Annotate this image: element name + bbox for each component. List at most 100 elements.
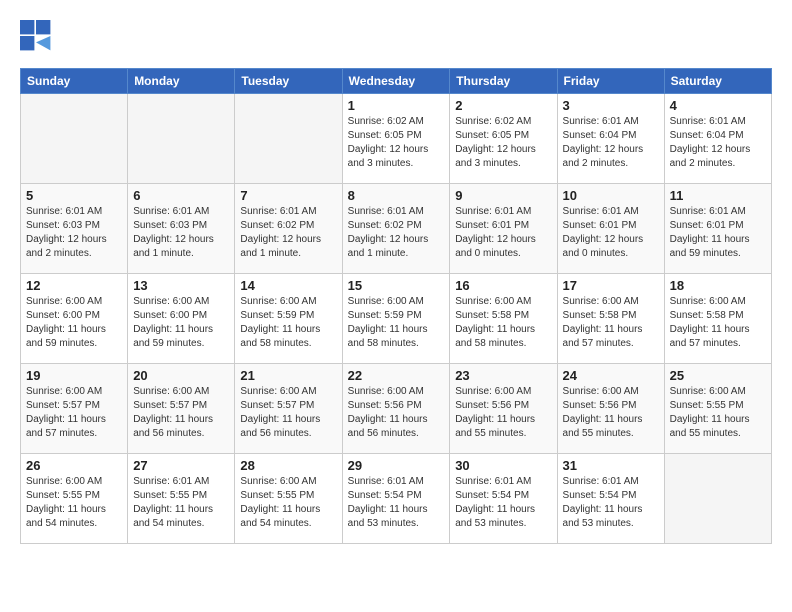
day-number: 13 <box>133 278 229 293</box>
day-info: Sunrise: 6:01 AM Sunset: 6:01 PM Dayligh… <box>455 205 551 261</box>
day-cell-12: 12 Sunrise: 6:00 AM Sunset: 6:00 PM Dayli… <box>21 274 128 364</box>
day-cell-17: 17 Sunrise: 6:00 AM Sunset: 5:58 PM Dayli… <box>557 274 664 364</box>
day-number: 6 <box>133 188 229 203</box>
week-row-5: 26 Sunrise: 6:00 AM Sunset: 5:55 PM Dayli… <box>21 454 772 544</box>
day-info: Sunrise: 6:00 AM Sunset: 5:56 PM Dayligh… <box>563 385 659 441</box>
day-number: 26 <box>26 458 122 473</box>
week-row-2: 5Sunrise: 6:01 AM Sunset: 6:03 PM Daylig… <box>21 184 772 274</box>
day-info: Sunrise: 6:00 AM Sunset: 5:58 PM Dayligh… <box>670 295 766 351</box>
day-info: Sunrise: 6:00 AM Sunset: 5:57 PM Dayligh… <box>26 385 122 441</box>
day-number: 25 <box>670 368 766 383</box>
day-info: Sunrise: 6:00 AM Sunset: 5:56 PM Dayligh… <box>348 385 445 441</box>
day-info: Sunrise: 6:00 AM Sunset: 5:56 PM Dayligh… <box>455 385 551 441</box>
day-cell-28: 28 Sunrise: 6:00 AM Sunset: 5:55 PM Dayli… <box>235 454 342 544</box>
day-number: 29 <box>348 458 445 473</box>
day-cell-10: 10Sunrise: 6:01 AM Sunset: 6:01 PM Dayli… <box>557 184 664 274</box>
week-row-1: 1Sunrise: 6:02 AM Sunset: 6:05 PM Daylig… <box>21 94 772 184</box>
day-info: Sunrise: 6:01 AM Sunset: 6:03 PM Dayligh… <box>26 205 122 261</box>
day-cell-30: 30Sunrise: 6:01 AM Sunset: 5:54 PM Dayli… <box>450 454 557 544</box>
day-info: Sunrise: 6:00 AM Sunset: 5:55 PM Dayligh… <box>26 475 122 531</box>
day-header-friday: Friday <box>557 69 664 94</box>
day-cell-13: 13 Sunrise: 6:00 AM Sunset: 6:00 PM Dayli… <box>128 274 235 364</box>
day-cell-21: 21Sunrise: 6:00 AM Sunset: 5:57 PM Dayli… <box>235 364 342 454</box>
day-header-monday: Monday <box>128 69 235 94</box>
week-row-4: 19 Sunrise: 6:00 AM Sunset: 5:57 PM Dayli… <box>21 364 772 454</box>
day-number: 10 <box>563 188 659 203</box>
day-cell-9: 9 Sunrise: 6:01 AM Sunset: 6:01 PM Daylig… <box>450 184 557 274</box>
day-cell-31: 31 Sunrise: 6:01 AM Sunset: 5:54 PM Dayli… <box>557 454 664 544</box>
day-header-thursday: Thursday <box>450 69 557 94</box>
day-cell-22: 22 Sunrise: 6:00 AM Sunset: 5:56 PM Dayli… <box>342 364 450 454</box>
day-info: Sunrise: 6:01 AM Sunset: 6:02 PM Dayligh… <box>348 205 445 261</box>
day-number: 22 <box>348 368 445 383</box>
day-number: 16 <box>455 278 551 293</box>
day-info: Sunrise: 6:01 AM Sunset: 6:02 PM Dayligh… <box>240 205 336 261</box>
page-header <box>20 20 772 52</box>
day-info: Sunrise: 6:01 AM Sunset: 5:54 PM Dayligh… <box>455 475 551 531</box>
day-cell-7: 7Sunrise: 6:01 AM Sunset: 6:02 PM Daylig… <box>235 184 342 274</box>
day-cell-3: 3 Sunrise: 6:01 AM Sunset: 6:04 PM Daylig… <box>557 94 664 184</box>
day-info: Sunrise: 6:01 AM Sunset: 6:04 PM Dayligh… <box>670 115 766 171</box>
day-cell-24: 24 Sunrise: 6:00 AM Sunset: 5:56 PM Dayli… <box>557 364 664 454</box>
day-cell-23: 23 Sunrise: 6:00 AM Sunset: 5:56 PM Dayli… <box>450 364 557 454</box>
day-info: Sunrise: 6:01 AM Sunset: 5:55 PM Dayligh… <box>133 475 229 531</box>
day-number: 27 <box>133 458 229 473</box>
day-cell-2: 2Sunrise: 6:02 AM Sunset: 6:05 PM Daylig… <box>450 94 557 184</box>
day-cell-18: 18 Sunrise: 6:00 AM Sunset: 5:58 PM Dayli… <box>664 274 771 364</box>
day-cell-4: 4 Sunrise: 6:01 AM Sunset: 6:04 PM Daylig… <box>664 94 771 184</box>
day-cell-14: 14Sunrise: 6:00 AM Sunset: 5:59 PM Dayli… <box>235 274 342 364</box>
empty-cell <box>235 94 342 184</box>
day-cell-19: 19 Sunrise: 6:00 AM Sunset: 5:57 PM Dayli… <box>21 364 128 454</box>
day-cell-20: 20 Sunrise: 6:00 AM Sunset: 5:57 PM Dayli… <box>128 364 235 454</box>
day-cell-1: 1Sunrise: 6:02 AM Sunset: 6:05 PM Daylig… <box>342 94 450 184</box>
day-header-saturday: Saturday <box>664 69 771 94</box>
day-info: Sunrise: 6:01 AM Sunset: 6:04 PM Dayligh… <box>563 115 659 171</box>
empty-cell <box>21 94 128 184</box>
day-number: 12 <box>26 278 122 293</box>
day-number: 23 <box>455 368 551 383</box>
day-header-tuesday: Tuesday <box>235 69 342 94</box>
day-info: Sunrise: 6:00 AM Sunset: 5:57 PM Dayligh… <box>133 385 229 441</box>
day-info: Sunrise: 6:00 AM Sunset: 6:00 PM Dayligh… <box>133 295 229 351</box>
day-cell-27: 27 Sunrise: 6:01 AM Sunset: 5:55 PM Dayli… <box>128 454 235 544</box>
calendar-table: SundayMondayTuesdayWednesdayThursdayFrid… <box>20 68 772 544</box>
empty-cell <box>128 94 235 184</box>
day-cell-8: 8 Sunrise: 6:01 AM Sunset: 6:02 PM Daylig… <box>342 184 450 274</box>
day-cell-6: 6Sunrise: 6:01 AM Sunset: 6:03 PM Daylig… <box>128 184 235 274</box>
day-info: Sunrise: 6:01 AM Sunset: 6:01 PM Dayligh… <box>670 205 766 261</box>
day-number: 31 <box>563 458 659 473</box>
logo-icon <box>20 20 52 52</box>
day-info: Sunrise: 6:02 AM Sunset: 6:05 PM Dayligh… <box>348 115 445 171</box>
day-cell-11: 11 Sunrise: 6:01 AM Sunset: 6:01 PM Dayli… <box>664 184 771 274</box>
day-number: 18 <box>670 278 766 293</box>
day-cell-25: 25Sunrise: 6:00 AM Sunset: 5:55 PM Dayli… <box>664 364 771 454</box>
day-number: 17 <box>563 278 659 293</box>
day-number: 8 <box>348 188 445 203</box>
day-cell-15: 15 Sunrise: 6:00 AM Sunset: 5:59 PM Dayli… <box>342 274 450 364</box>
day-info: Sunrise: 6:00 AM Sunset: 5:58 PM Dayligh… <box>455 295 551 351</box>
day-cell-29: 29Sunrise: 6:01 AM Sunset: 5:54 PM Dayli… <box>342 454 450 544</box>
day-number: 9 <box>455 188 551 203</box>
day-number: 15 <box>348 278 445 293</box>
day-info: Sunrise: 6:01 AM Sunset: 5:54 PM Dayligh… <box>563 475 659 531</box>
day-info: Sunrise: 6:00 AM Sunset: 6:00 PM Dayligh… <box>26 295 122 351</box>
day-number: 28 <box>240 458 336 473</box>
day-info: Sunrise: 6:00 AM Sunset: 5:59 PM Dayligh… <box>348 295 445 351</box>
day-number: 3 <box>563 98 659 113</box>
day-header-wednesday: Wednesday <box>342 69 450 94</box>
day-info: Sunrise: 6:00 AM Sunset: 5:55 PM Dayligh… <box>240 475 336 531</box>
day-info: Sunrise: 6:02 AM Sunset: 6:05 PM Dayligh… <box>455 115 551 171</box>
days-header-row: SundayMondayTuesdayWednesdayThursdayFrid… <box>21 69 772 94</box>
day-cell-5: 5Sunrise: 6:01 AM Sunset: 6:03 PM Daylig… <box>21 184 128 274</box>
day-number: 24 <box>563 368 659 383</box>
day-number: 4 <box>670 98 766 113</box>
day-number: 20 <box>133 368 229 383</box>
day-cell-16: 16 Sunrise: 6:00 AM Sunset: 5:58 PM Dayli… <box>450 274 557 364</box>
day-number: 19 <box>26 368 122 383</box>
logo <box>20 20 56 52</box>
day-number: 21 <box>240 368 336 383</box>
day-number: 11 <box>670 188 766 203</box>
week-row-3: 12 Sunrise: 6:00 AM Sunset: 6:00 PM Dayli… <box>21 274 772 364</box>
day-cell-26: 26 Sunrise: 6:00 AM Sunset: 5:55 PM Dayli… <box>21 454 128 544</box>
day-info: Sunrise: 6:00 AM Sunset: 5:58 PM Dayligh… <box>563 295 659 351</box>
